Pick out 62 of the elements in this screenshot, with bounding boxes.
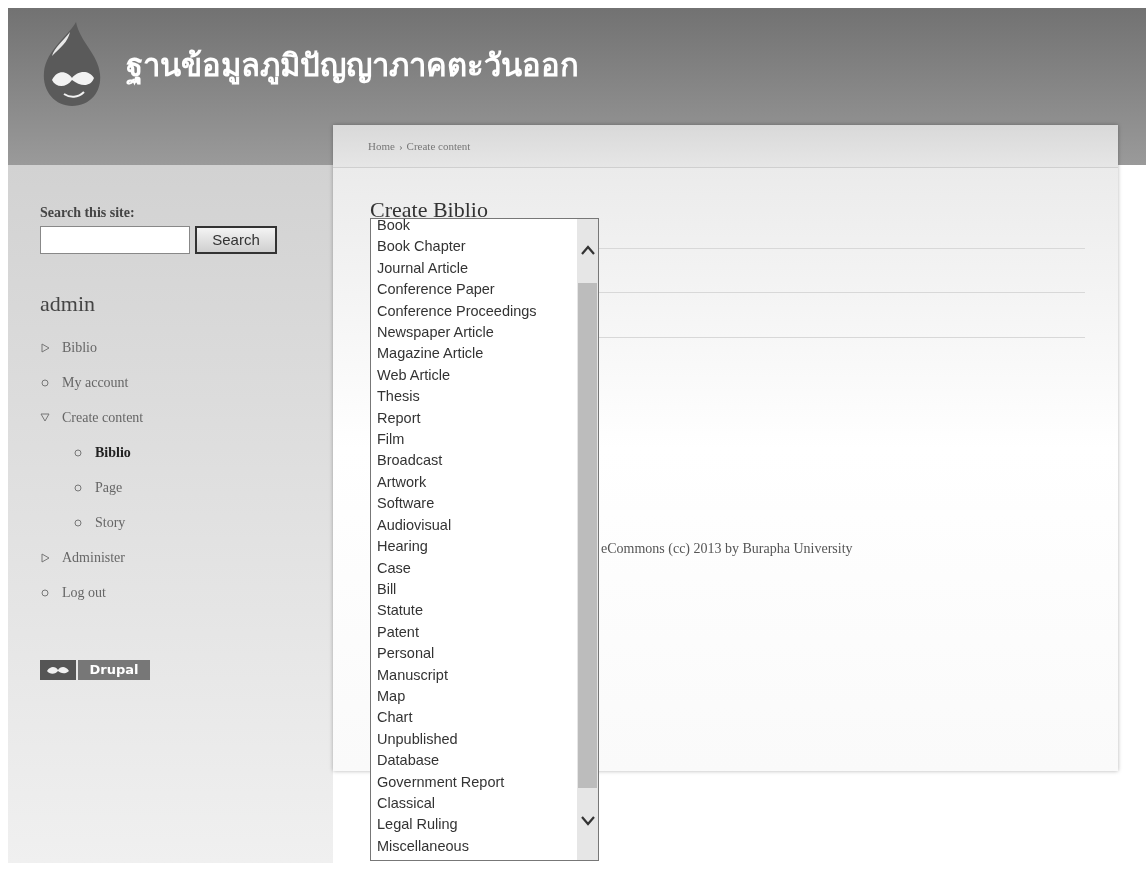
menu-link[interactable]: Page (95, 477, 123, 498)
dropdown-option[interactable]: Chart (377, 707, 577, 729)
dropdown-option[interactable]: Broadcast (377, 450, 577, 472)
dropdown-option[interactable]: Newspaper Article (377, 322, 577, 344)
breadcrumb-link[interactable]: Home (368, 137, 395, 155)
circle-icon (74, 483, 82, 492)
dropdown-option[interactable]: Patent (377, 621, 577, 644)
dropdown-option[interactable]: Conference Paper (377, 279, 577, 301)
dropdown-option[interactable]: Film (377, 429, 577, 451)
triangle-down-icon (40, 413, 50, 422)
drop-logo-icon (45, 664, 71, 676)
menu-link[interactable]: Biblio (62, 337, 97, 358)
dropdown-option[interactable]: Map (377, 685, 577, 708)
dropdown-option[interactable]: Database (377, 750, 577, 772)
circle-icon (41, 378, 49, 387)
dropdown-option[interactable]: Thesis (377, 386, 577, 408)
site-title: ฐานข้อมูลภูมิปัญญาภาคตะวันออก (126, 46, 579, 87)
circle-icon (74, 448, 82, 457)
dropdown-option[interactable]: Classical (377, 792, 577, 815)
scroll-down-icon[interactable] (580, 816, 595, 826)
dropdown-option[interactable]: Statute (377, 600, 577, 622)
triangle-right-icon (40, 342, 50, 353)
menu-link[interactable]: Create content (62, 407, 144, 428)
search-label: Search this site: (40, 204, 136, 222)
user-title: admin (40, 290, 96, 318)
dropdown-option[interactable]: Journal Article (377, 257, 577, 280)
menu-link[interactable]: Administer (62, 547, 125, 568)
circle-icon (74, 518, 82, 527)
dropdown-option[interactable]: Artwork (377, 471, 577, 494)
breadcrumb-link[interactable]: Create content (406, 137, 471, 155)
dropdown-option[interactable]: Manuscript (377, 664, 577, 686)
dropdown-option[interactable]: Unpublished (377, 728, 577, 751)
scroll-up-icon[interactable] (580, 245, 595, 255)
triangle-right-icon (40, 552, 50, 563)
dropdown-option[interactable]: Conference Proceedings (377, 300, 577, 323)
search-field[interactable] (40, 226, 190, 254)
dropdown-option[interactable]: Book Chapter (377, 236, 577, 258)
badge-label: Drupal (78, 660, 150, 680)
circle-icon (41, 588, 49, 597)
menu-link[interactable]: Biblio (95, 442, 131, 463)
search-button[interactable]: Search (195, 226, 277, 254)
footer-text: eCommons (cc) 2013 by Burapha University (601, 540, 853, 558)
scrollbar[interactable] (577, 219, 598, 860)
dropdown-option[interactable]: Report (377, 407, 577, 430)
dropdown-option[interactable]: Miscellaneous (377, 835, 577, 858)
menu-link[interactable]: Log out (62, 582, 106, 603)
menu-link[interactable]: Story (95, 512, 126, 533)
dropdown-option[interactable]: Government Report (377, 771, 577, 793)
breadcrumb-separator: › (398, 138, 403, 154)
drupal-badge[interactable]: Drupal (40, 660, 150, 680)
dropdown-option[interactable]: Software (377, 493, 577, 515)
menu-link[interactable]: My account (62, 372, 129, 393)
dropdown-option[interactable]: Hearing (377, 536, 577, 558)
dropdown-option[interactable]: Bill (377, 578, 577, 601)
dropdown-option[interactable]: Case (377, 557, 577, 579)
dropdown-option[interactable]: Legal Ruling (377, 814, 577, 836)
dropdown-option[interactable]: Web Article (377, 364, 577, 387)
dropdown-option[interactable]: Personal (377, 643, 577, 665)
dropdown-option[interactable]: Magazine Article (377, 343, 577, 365)
scrollbar-thumb[interactable] (578, 283, 597, 788)
dropdown-option[interactable]: Audiovisual (377, 514, 577, 537)
type-dropdown-list[interactable] (370, 218, 599, 861)
